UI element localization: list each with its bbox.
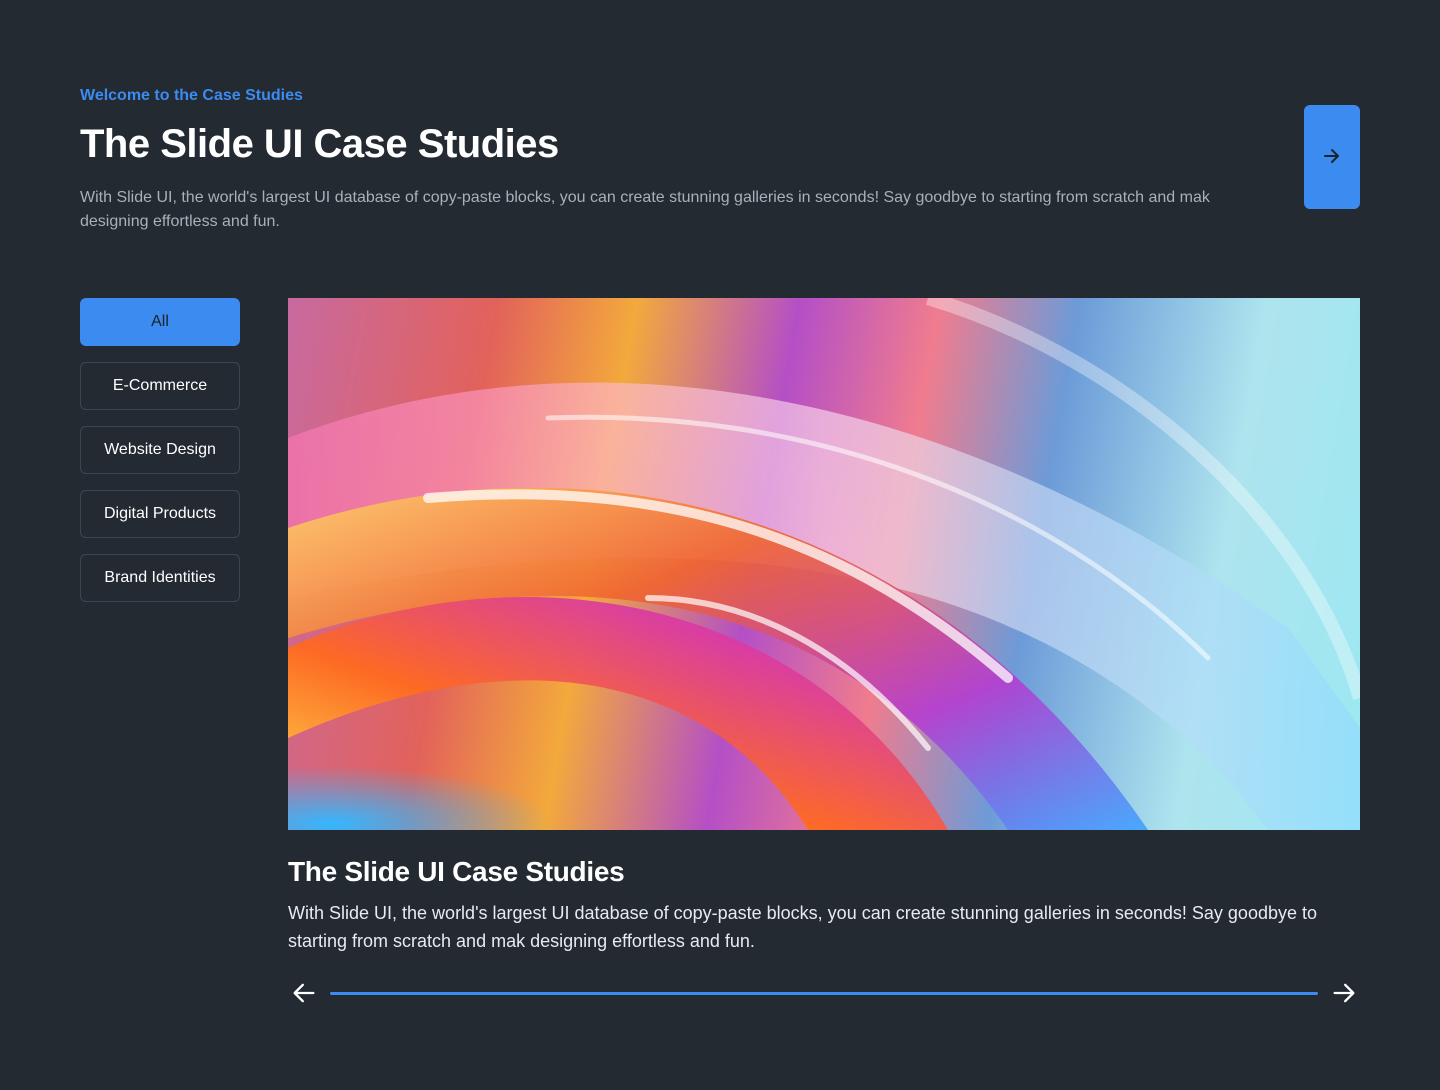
page-title: The Slide UI Case Studies	[80, 122, 559, 166]
next-case-button[interactable]	[1304, 105, 1360, 209]
arrow-right-icon	[1320, 144, 1344, 171]
filter-all[interactable]: All	[80, 298, 240, 346]
case-study-hero-image	[288, 298, 1360, 830]
eyebrow-text: Welcome to the Case Studies	[80, 87, 303, 104]
arrow-right-icon	[1330, 979, 1358, 1010]
filter-website-design[interactable]: Website Design	[80, 426, 240, 474]
slider-next-button[interactable]	[1328, 978, 1360, 1010]
arrow-left-icon	[290, 979, 318, 1010]
filter-brand-identities[interactable]: Brand Identities	[80, 554, 240, 602]
slider-progress-fill	[330, 992, 1318, 995]
slider-prev-button[interactable]	[288, 978, 320, 1010]
slider-progress-track	[330, 992, 1318, 995]
card-title: The Slide UI Case Studies	[288, 856, 625, 887]
filter-digital-products[interactable]: Digital Products	[80, 490, 240, 538]
category-filter-list: All E-Commerce Website Design Digital Pr…	[80, 298, 240, 618]
page-description: With Slide UI, the world's largest UI da…	[80, 189, 1210, 230]
filter-e-commerce[interactable]: E-Commerce	[80, 362, 240, 410]
card-description: With Slide UI, the world's largest UI da…	[288, 903, 1317, 951]
